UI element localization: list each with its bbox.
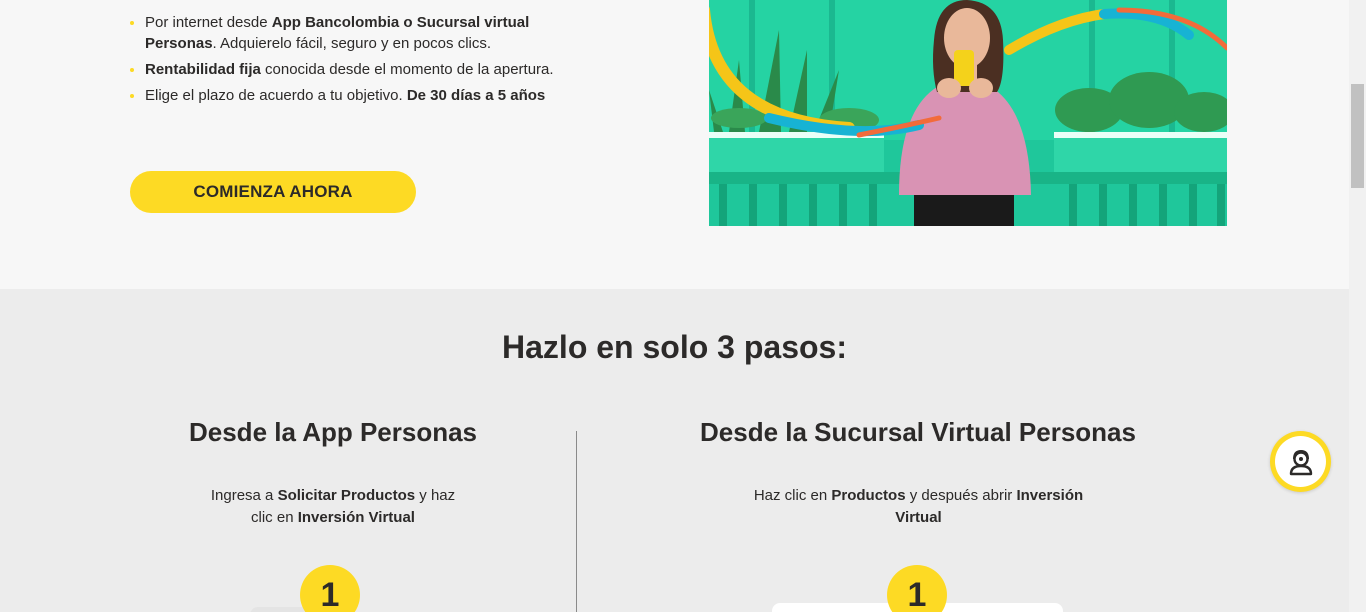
sucursal-virtual-title: Desde la Sucursal Virtual Personas [700, 417, 1136, 447]
start-now-button[interactable]: COMIENZA AHORA [130, 171, 416, 213]
app-personas-title: Desde la App Personas [188, 417, 478, 447]
sucursal-virtual-description: Haz clic en Productos y después abrir In… [753, 487, 1084, 526]
app-step-card [250, 607, 310, 612]
steps-section: Hazlo en solo 3 pasos: Desde la App Pers… [0, 289, 1349, 612]
hero-image [709, 0, 1227, 226]
column-divider [576, 431, 577, 612]
benefits-list: Por internet desde App Bancolombia o Suc… [130, 12, 600, 111]
step-number-badge: 1 [887, 565, 947, 612]
hero-illustration [709, 0, 1227, 226]
scrollbar-thumb[interactable] [1351, 84, 1364, 188]
page: Por internet desde App Bancolombia o Suc… [0, 0, 1349, 612]
chat-button-inner [1275, 436, 1326, 487]
benefit-item: Por internet desde App Bancolombia o Suc… [130, 12, 600, 54]
app-personas-description: Ingresa a Solicitar Productos y haz clic… [210, 487, 456, 526]
chat-agent-icon [1289, 449, 1312, 475]
benefit-item: Elige el plazo de acuerdo a tu objetivo.… [130, 85, 600, 106]
benefit-item: Rentabilidad fija conocida desde el mome… [130, 59, 600, 80]
steps-title: Hazlo en solo 3 pasos: [502, 329, 847, 365]
step-number-badge: 1 [300, 565, 360, 612]
hero-section: Por internet desde App Bancolombia o Suc… [0, 0, 1349, 289]
chat-button[interactable] [1270, 431, 1331, 492]
